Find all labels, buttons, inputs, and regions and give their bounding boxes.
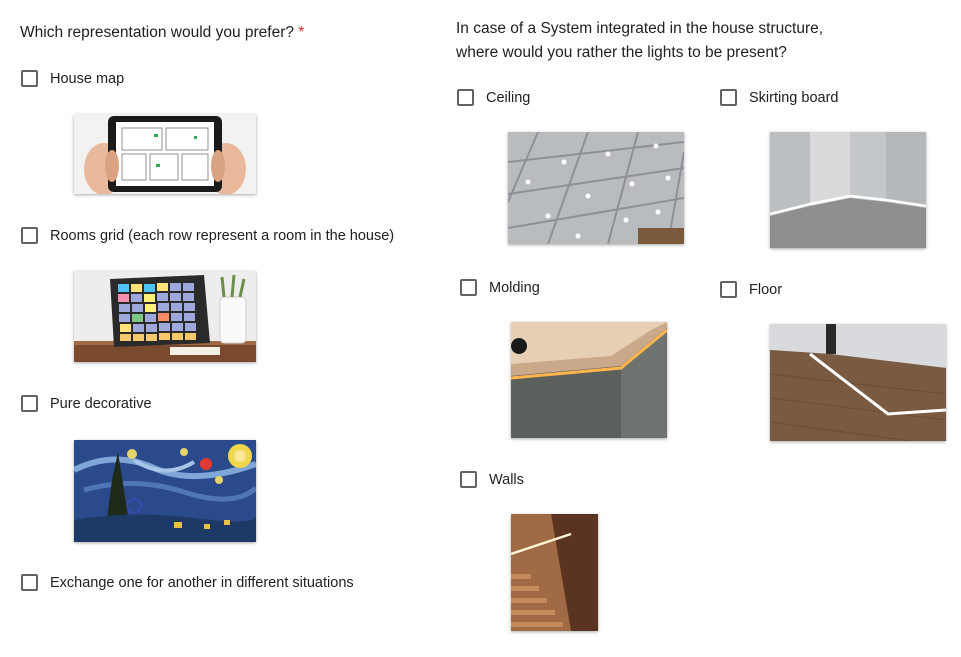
option-skirting-board[interactable]: Skirting board [720,89,838,106]
option-label: Exchange one for another in different si… [50,574,354,591]
checkbox-walls[interactable] [460,471,477,488]
checkbox-skirting-board[interactable] [720,89,737,106]
option-label: Rooms grid (each row represent a room in… [50,227,395,244]
right-question-line2: where would you rather the lights to be … [456,44,787,61]
option-label: House map [50,70,125,87]
ceiling-lights-image [508,132,684,244]
checkbox-floor[interactable] [720,281,737,298]
tablet-house-map-image [74,114,256,194]
checkbox-molding[interactable] [460,279,477,296]
option-rooms-grid[interactable]: Rooms grid (each row represent a room in… [21,227,394,244]
right-question-title: In case of a System integrated in the ho… [456,17,823,65]
option-label: Ceiling [486,89,531,106]
right-question-line1: In case of a System integrated in the ho… [456,20,824,37]
checkbox-pure-decorative[interactable] [21,395,38,412]
option-label: Pure decorative [50,395,152,412]
molding-lights-image [511,322,667,438]
checkbox-house-map[interactable] [21,70,38,87]
skirting-board-lights-image [770,132,926,248]
option-house-map[interactable]: House map [21,70,124,87]
option-molding[interactable]: Molding [460,279,540,296]
floor-lights-image [770,324,946,441]
option-pure-decorative[interactable]: Pure decorative [21,395,152,412]
wall-stair-lights-image [511,514,598,631]
option-label: Skirting board [749,89,839,106]
option-walls[interactable]: Walls [460,471,524,488]
checkbox-ceiling[interactable] [457,89,474,106]
left-question-title: Which representation would you prefer? * [20,21,304,45]
starry-night-painting-image [74,440,256,542]
option-ceiling[interactable]: Ceiling [457,89,530,106]
checkbox-exchange[interactable] [21,574,38,591]
rooms-grid-panel-image [74,271,256,362]
option-label: Floor [749,281,783,298]
option-floor[interactable]: Floor [720,281,782,298]
option-exchange[interactable]: Exchange one for another in different si… [21,574,354,591]
left-question-text: Which representation would you prefer? [20,24,294,41]
required-asterisk: * [298,24,305,41]
checkbox-rooms-grid[interactable] [21,227,38,244]
option-label: Walls [489,471,524,488]
option-label: Molding [489,279,540,296]
